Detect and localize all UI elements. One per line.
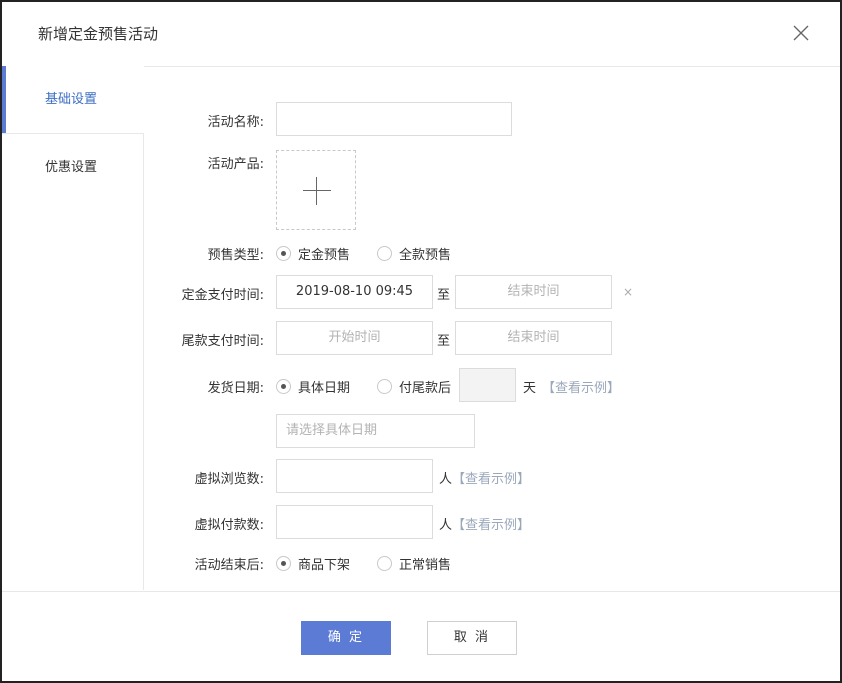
dialog-header: 新增定金预售活动	[2, 2, 840, 67]
balance-time-separator: 至	[437, 334, 451, 349]
deposit-time-separator: 至	[437, 288, 451, 303]
ship-date-picker-input[interactable]: 请选择具体日期	[276, 414, 475, 448]
radio-label: 具体日期	[298, 380, 351, 396]
cancel-button[interactable]: 取 消	[427, 621, 517, 655]
activity-name-label: 活动名称:	[207, 115, 264, 130]
dialog-footer: 确 定 取 消	[2, 591, 840, 681]
ship-date-example-link[interactable]: 【查看示例】	[542, 377, 620, 396]
radio-unchecked-icon	[377, 245, 392, 261]
activity-name-input[interactable]	[276, 102, 512, 136]
presale-type-full-radio[interactable]: 全款预售	[377, 244, 452, 263]
radio-label: 全款预售	[399, 247, 452, 263]
balance-end-time-input[interactable]: 结束时间	[455, 321, 612, 355]
radio-label: 付尾款后	[399, 380, 452, 396]
clear-time-icon[interactable]: ×	[623, 285, 633, 299]
confirm-button[interactable]: 确 定	[301, 621, 391, 655]
presale-type-label: 预售类型:	[207, 248, 264, 263]
dialog-title: 新增定金预售活动	[38, 25, 159, 43]
deposit-end-time-input[interactable]: 结束时间	[455, 275, 612, 309]
after-end-normal-sale-radio[interactable]: 正常销售	[377, 554, 452, 573]
presale-type-deposit-radio[interactable]: 定金预售	[276, 244, 351, 263]
close-icon[interactable]	[792, 24, 810, 42]
radio-label: 定金预售	[298, 247, 351, 263]
virtual-views-unit: 人	[439, 472, 453, 487]
presale-dialog: 新增定金预售活动 基础设置 优惠设置 活动名称: 活动产品: 预售类型: 定金预…	[0, 0, 842, 683]
virtual-views-example-link[interactable]: 【查看示例】	[452, 468, 530, 487]
radio-checked-icon	[276, 555, 291, 571]
virtual-payments-label: 虚拟付款数:	[194, 518, 264, 533]
balance-time-label: 尾款支付时间:	[181, 334, 264, 349]
virtual-views-input[interactable]	[276, 459, 433, 493]
virtual-payments-input[interactable]	[276, 505, 433, 539]
virtual-views-label: 虚拟浏览数:	[194, 472, 264, 487]
settings-sidebar: 基础设置 优惠设置	[2, 66, 144, 590]
radio-checked-icon	[276, 378, 291, 394]
ship-days-unit: 天	[523, 381, 537, 396]
after-end-label: 活动结束后:	[194, 558, 264, 573]
add-product-button[interactable]	[276, 150, 356, 230]
radio-checked-icon	[276, 245, 291, 261]
deposit-start-time-input[interactable]: 2019-08-10 09:45	[276, 275, 433, 309]
balance-start-time-input[interactable]: 开始时间	[276, 321, 433, 355]
radio-label: 正常销售	[399, 557, 452, 573]
virtual-payments-example-link[interactable]: 【查看示例】	[452, 514, 530, 533]
after-end-delist-radio[interactable]: 商品下架	[276, 554, 351, 573]
virtual-payments-unit: 人	[439, 518, 453, 533]
ship-days-input[interactable]	[459, 368, 516, 402]
deposit-time-label: 定金支付时间:	[181, 288, 264, 303]
radio-label: 商品下架	[298, 557, 351, 573]
radio-unchecked-icon	[377, 555, 392, 571]
activity-product-label: 活动产品:	[207, 157, 264, 172]
radio-unchecked-icon	[377, 378, 392, 394]
ship-date-after-balance-radio[interactable]: 付尾款后	[377, 377, 452, 396]
ship-date-label: 发货日期:	[207, 381, 264, 396]
ship-date-specific-radio[interactable]: 具体日期	[276, 377, 351, 396]
